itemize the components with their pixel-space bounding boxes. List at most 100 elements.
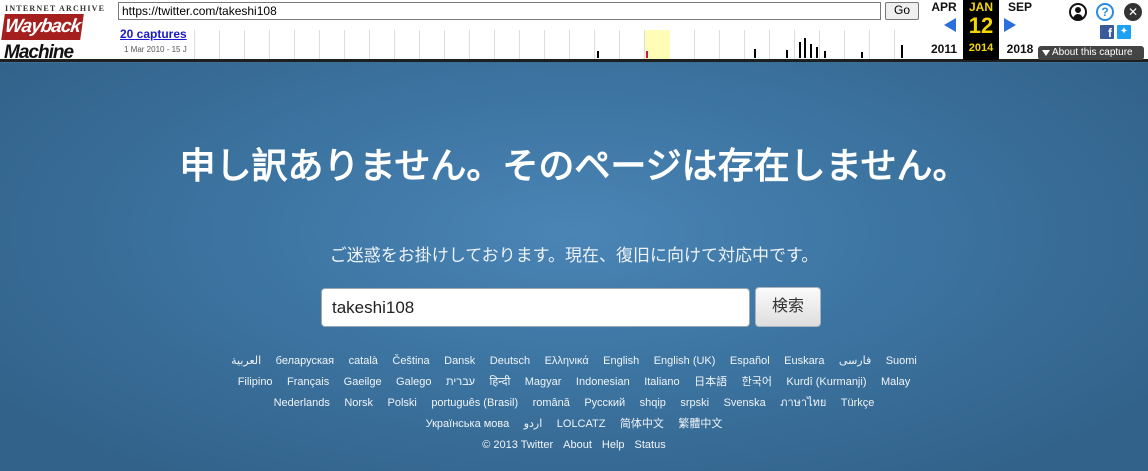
language-link[interactable]: Українська мова: [426, 414, 510, 434]
language-link[interactable]: 日本語: [694, 372, 727, 392]
language-link[interactable]: LOLCATZ: [557, 414, 606, 434]
sparkline-current-year-highlight: [645, 30, 670, 59]
calendar-next-capture[interactable]: SEP 2018: [1000, 0, 1040, 60]
language-link[interactable]: Deutsch: [490, 351, 530, 371]
sparkline-year-divider: [694, 30, 695, 59]
language-link[interactable]: English (UK): [654, 351, 716, 371]
language-link[interactable]: srpski: [680, 393, 709, 413]
language-link[interactable]: 한국어: [742, 372, 772, 392]
language-link[interactable]: हिन्दी: [490, 372, 511, 392]
wayback-url-input[interactable]: [118, 2, 881, 20]
language-link[interactable]: Français: [287, 372, 329, 392]
close-icon[interactable]: ✕: [1124, 3, 1142, 21]
sparkline-year-divider: [819, 30, 820, 59]
sparkline-capture-bar[interactable]: [861, 52, 863, 58]
language-link[interactable]: Español: [730, 351, 770, 371]
language-link[interactable]: Gaeilge: [344, 372, 382, 392]
sparkline-capture-bar[interactable]: [823, 51, 826, 58]
sparkline-year-divider: [594, 30, 595, 59]
sparkline-capture-bar[interactable]: [786, 50, 788, 58]
language-link[interactable]: беларуская: [276, 351, 334, 371]
language-link[interactable]: Galego: [396, 372, 431, 392]
language-link[interactable]: português (Brasil): [431, 393, 518, 413]
sparkline-capture-bar[interactable]: [803, 38, 806, 58]
sparkline-capture-bar[interactable]: [809, 44, 812, 58]
sparkline-year-divider: [569, 30, 570, 59]
language-link[interactable]: العربية: [231, 351, 261, 371]
sparkline-year-divider: [769, 30, 770, 59]
logo-wayback-machine: WaybackMachine: [1, 14, 109, 63]
facebook-icon[interactable]: f: [1100, 25, 1114, 40]
sparkline-year-divider: [419, 30, 420, 59]
language-link[interactable]: עברית: [446, 372, 475, 392]
logo-internet-archive-text: INTERNET ARCHIVE: [5, 4, 106, 13]
sparkline-capture-bar[interactable]: [798, 42, 801, 58]
prev-capture-arrow-icon[interactable]: [944, 18, 956, 32]
language-link[interactable]: Euskara: [784, 351, 824, 371]
twitter-icon[interactable]: ✦: [1117, 25, 1131, 39]
language-link[interactable]: Русский: [584, 393, 625, 413]
language-link[interactable]: Kurdî (Kurmanji): [786, 372, 866, 392]
language-link[interactable]: română: [533, 393, 570, 413]
language-link[interactable]: English: [603, 351, 639, 371]
language-link[interactable]: ภาษาไทย: [780, 393, 826, 413]
search-button[interactable]: 検索: [755, 287, 821, 327]
sparkline-year-divider: [369, 30, 370, 59]
sparkline-capture-bar[interactable]: [753, 49, 756, 58]
prev-month: APR: [931, 0, 957, 14]
language-link[interactable]: Italiano: [644, 372, 679, 392]
sparkline-capture-bar[interactable]: [646, 51, 648, 58]
search-input[interactable]: [321, 288, 750, 327]
copyright-text: © 2013 Twitter: [482, 439, 554, 451]
captures-link[interactable]: 20 captures: [120, 27, 187, 41]
sparkline-year-divider: [744, 30, 745, 59]
sparkline-year-divider: [269, 30, 270, 59]
sparkline-year-divider: [294, 30, 295, 59]
logo-wayback-text: Wayback: [1, 14, 84, 40]
language-link[interactable]: Norsk: [344, 393, 373, 413]
language-link[interactable]: Türkçe: [841, 393, 875, 413]
language-link[interactable]: Indonesian: [576, 372, 630, 392]
sparkline-year-divider: [194, 30, 195, 59]
current-month: JAN: [968, 0, 993, 14]
go-button[interactable]: Go: [885, 2, 919, 20]
about-capture-button[interactable]: About this capture: [1038, 46, 1144, 60]
sparkline-year-divider: [519, 30, 520, 59]
footer-link[interactable]: About: [563, 439, 592, 451]
language-link[interactable]: فارسی: [839, 351, 871, 371]
sparkline-year-divider: [719, 30, 720, 59]
sparkline-year-divider: [219, 30, 220, 59]
footer-link[interactable]: Help: [602, 439, 625, 451]
language-link[interactable]: shqip: [640, 393, 666, 413]
language-link[interactable]: Magyar: [525, 372, 562, 392]
calendar-current-capture: JAN 12 2014: [963, 0, 999, 60]
language-link[interactable]: Suomi: [886, 351, 917, 371]
language-link[interactable]: Ελληνικά: [545, 351, 589, 371]
language-link[interactable]: 繁體中文: [678, 414, 722, 434]
capture-sparkline[interactable]: [194, 30, 920, 59]
language-link[interactable]: Dansk: [444, 351, 475, 371]
language-link[interactable]: Nederlands: [274, 393, 330, 413]
help-icon[interactable]: ?: [1096, 3, 1114, 21]
sparkline-year-divider: [894, 30, 895, 59]
language-link[interactable]: Čeština: [392, 351, 429, 371]
sparkline-year-divider: [469, 30, 470, 59]
sparkline-capture-bar[interactable]: [901, 45, 903, 58]
language-link[interactable]: català: [349, 351, 378, 371]
sparkline-year-divider: [394, 30, 395, 59]
error-subtitle: ご迷惑をお掛けしております。現在、復旧に向けて対応中です。: [329, 246, 819, 265]
sparkline-capture-bar[interactable]: [816, 47, 818, 58]
sparkline-year-divider: [544, 30, 545, 59]
language-link[interactable]: Svenska: [724, 393, 766, 413]
language-link[interactable]: Polski: [388, 393, 417, 413]
next-month: SEP: [1007, 0, 1032, 14]
sparkline-capture-bar[interactable]: [597, 51, 600, 58]
footer-link[interactable]: Status: [635, 439, 666, 451]
language-link[interactable]: اردو: [524, 414, 543, 434]
language-link[interactable]: Malay: [881, 372, 910, 392]
wayback-logo[interactable]: INTERNET ARCHIVE WaybackMachine: [1, 3, 113, 63]
wayback-tools: ? ✕ f ✦ About this capture: [1038, 0, 1148, 62]
language-link[interactable]: Filipino: [238, 372, 273, 392]
language-link[interactable]: 简体中文: [620, 414, 664, 434]
user-icon[interactable]: [1069, 3, 1087, 21]
